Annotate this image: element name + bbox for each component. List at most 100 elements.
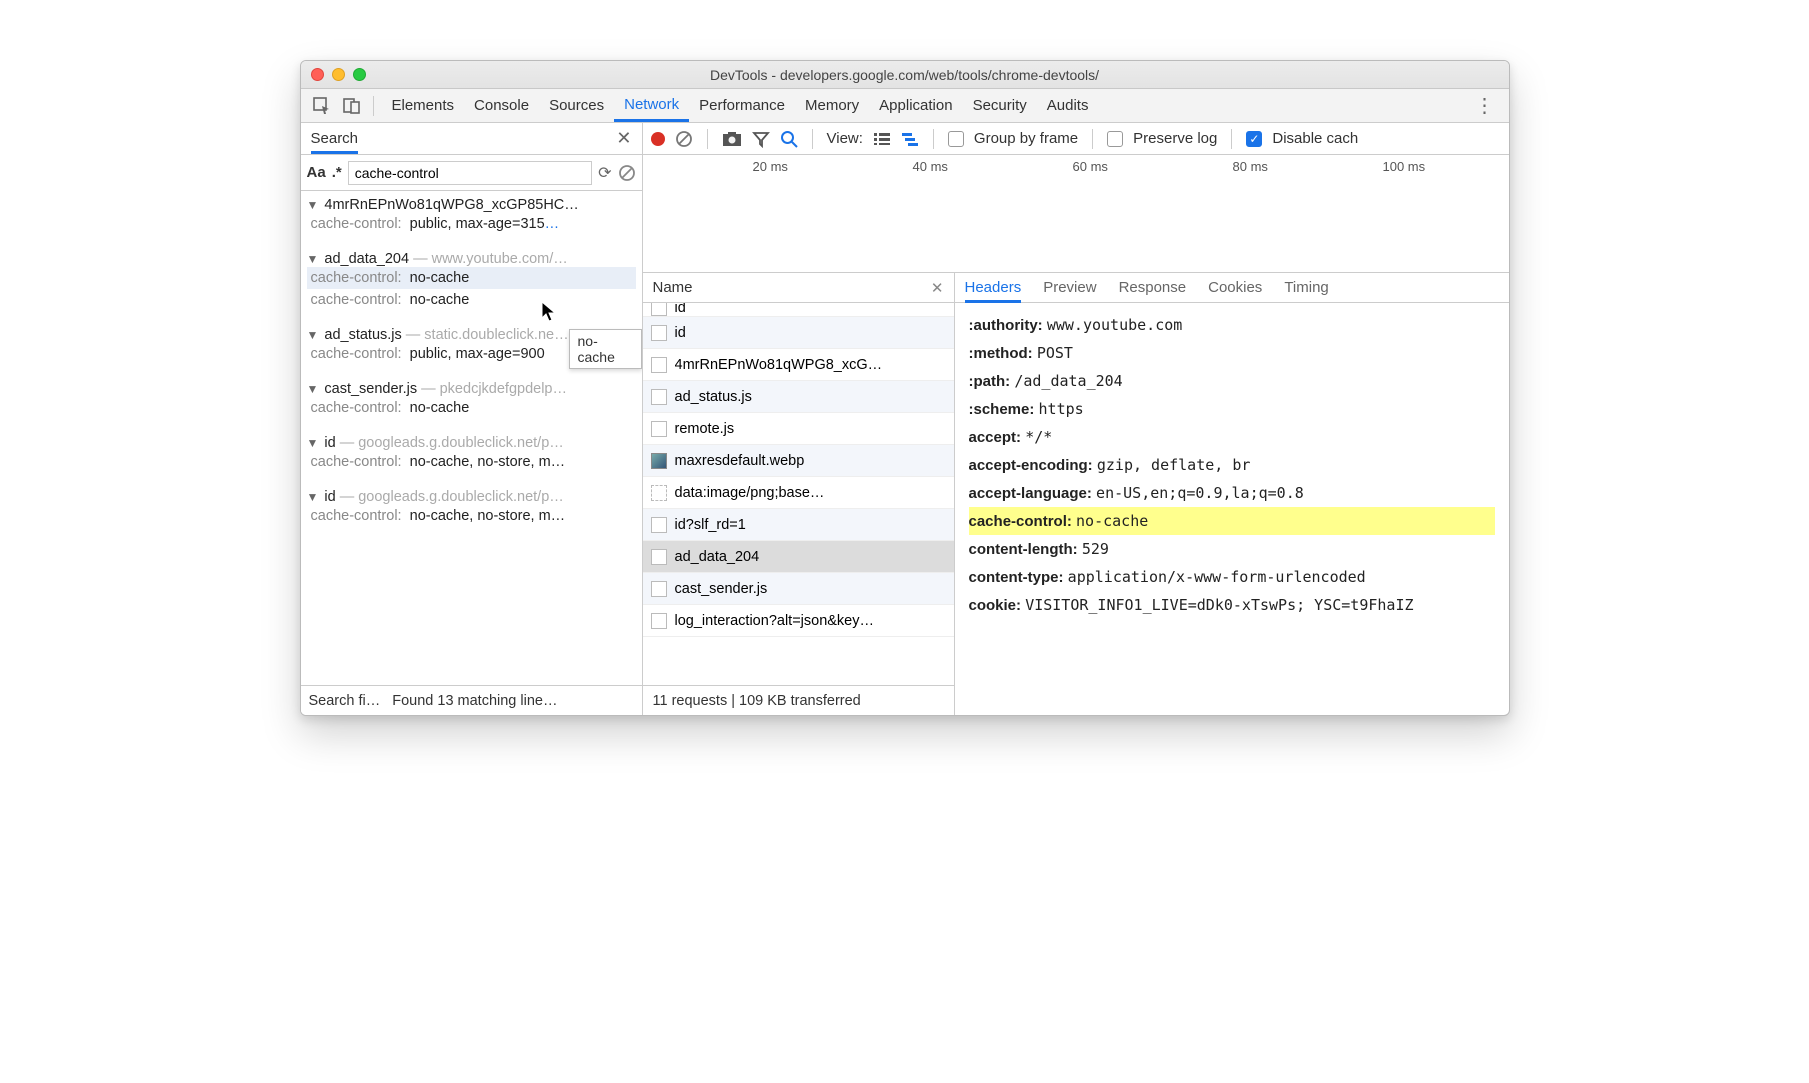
search-footer-right: Found 13 matching line… — [392, 693, 557, 709]
file-icon — [651, 325, 667, 341]
tooltip: no-cache — [569, 329, 642, 369]
detail-tab-response[interactable]: Response — [1119, 279, 1187, 296]
search-icon[interactable] — [780, 130, 798, 148]
search-result-group[interactable]: ▼ cast_sender.js — pkedcjkdefgpdelp…cach… — [301, 375, 642, 429]
file-icon — [651, 581, 667, 597]
request-row[interactable]: 4mrRnEPnWo81qWPG8_xcG… — [643, 349, 954, 381]
clear-icon[interactable] — [618, 164, 636, 182]
search-result-title[interactable]: ▼ cast_sender.js — pkedcjkdefgpdelp… — [307, 381, 636, 397]
record-button[interactable] — [651, 132, 665, 146]
tab-elements[interactable]: Elements — [382, 89, 465, 122]
tab-memory[interactable]: Memory — [795, 89, 869, 122]
request-row[interactable]: maxresdefault.webp — [643, 445, 954, 477]
timeline-tick-label: 60 ms — [1073, 159, 1108, 174]
request-row[interactable]: id — [643, 303, 954, 317]
tab-application[interactable]: Application — [869, 89, 962, 122]
request-row[interactable]: cast_sender.js — [643, 573, 954, 605]
header-row[interactable]: :method: POST — [969, 339, 1495, 367]
detail-tab-preview[interactable]: Preview — [1043, 279, 1096, 296]
request-row[interactable]: remote.js — [643, 413, 954, 445]
search-controls-row: Aa .* ⟳ — [301, 155, 642, 191]
tab-performance[interactable]: Performance — [689, 89, 795, 122]
request-rows: id id 4mrRnEPnWo81qWPG8_xcG… ad_status.jsre… — [643, 303, 954, 685]
header-row[interactable]: cache-control: no-cache — [969, 507, 1495, 535]
detail-tab-cookies[interactable]: Cookies — [1208, 279, 1262, 296]
header-row[interactable]: accept: */* — [969, 423, 1495, 451]
request-row[interactable]: log_interaction?alt=json&key… — [643, 605, 954, 637]
search-result-group[interactable]: ▼ id — googleads.g.doubleclick.net/p…cac… — [301, 429, 642, 483]
request-name: id — [675, 325, 686, 341]
request-row[interactable]: ad_data_204 — [643, 541, 954, 573]
network-timeline[interactable]: 20 ms40 ms60 ms80 ms100 ms — [643, 155, 1509, 273]
group-by-frame-label: Group by frame — [974, 130, 1078, 147]
timeline-tick-label: 80 ms — [1233, 159, 1268, 174]
main-area: Search ✕ Aa .* ⟳ no-cache ▼ 4mrRnEPnWo81… — [301, 123, 1509, 715]
search-result-title[interactable]: ▼ id — googleads.g.doubleclick.net/p… — [307, 435, 636, 451]
header-row[interactable]: accept-encoding: gzip, deflate, br — [969, 451, 1495, 479]
detail-tab-timing[interactable]: Timing — [1284, 279, 1328, 296]
close-details-icon[interactable]: ✕ — [931, 279, 944, 297]
search-result-group[interactable]: ▼ 4mrRnEPnWo81qWPG8_xcGP85HC… cache-cont… — [301, 191, 642, 245]
search-result-title[interactable]: ▼ id — googleads.g.doubleclick.net/p… — [307, 489, 636, 505]
headers-body: :authority: www.youtube.com:method: POST… — [955, 303, 1509, 715]
header-row[interactable]: content-length: 529 — [969, 535, 1495, 563]
request-row[interactable]: ad_status.js — [643, 381, 954, 413]
view-label: View: — [827, 130, 863, 147]
header-row[interactable]: accept-language: en-US,en;q=0.9,la;q=0.8 — [969, 479, 1495, 507]
search-result-title[interactable]: ▼ 4mrRnEPnWo81qWPG8_xcGP85HC… — [307, 197, 636, 213]
search-footer-left: Search fi… — [309, 693, 381, 709]
disable-cache-checkbox[interactable]: ✓ — [1246, 131, 1262, 147]
large-rows-icon[interactable] — [873, 132, 891, 146]
header-row[interactable]: :scheme: https — [969, 395, 1495, 423]
tab-network[interactable]: Network — [614, 89, 689, 122]
device-toolbar-icon[interactable] — [339, 93, 365, 119]
tab-sources[interactable]: Sources — [539, 89, 614, 122]
search-result-line[interactable]: cache-control: no-cache, no-store, m… — [307, 505, 636, 527]
request-row[interactable]: id?slf_rd=1 — [643, 509, 954, 541]
waterfall-icon[interactable] — [901, 132, 919, 146]
match-case-toggle[interactable]: Aa — [307, 164, 326, 181]
divider — [1231, 129, 1232, 149]
network-toolbar: View: Group by frame Preserve log ✓ Disa… — [643, 123, 1509, 155]
header-row[interactable]: :path: /ad_data_204 — [969, 367, 1495, 395]
header-row[interactable]: :authority: www.youtube.com — [969, 311, 1495, 339]
search-result-line[interactable]: cache-control: no-cache — [307, 267, 636, 289]
search-result-title[interactable]: ▼ ad_data_204 — www.youtube.com/… — [307, 251, 636, 267]
devtools-window: DevTools - developers.google.com/web/too… — [300, 60, 1510, 716]
preserve-log-checkbox[interactable] — [1107, 131, 1123, 147]
request-name: ad_data_204 — [675, 549, 760, 565]
filter-icon[interactable] — [752, 130, 770, 148]
search-drawer-header: Search ✕ — [301, 123, 642, 155]
file-icon — [651, 389, 667, 405]
timeline-tick-label: 40 ms — [913, 159, 948, 174]
detail-tab-headers[interactable]: Headers — [965, 279, 1022, 303]
file-icon — [651, 421, 667, 437]
more-options-icon[interactable]: ⋮ — [1469, 93, 1501, 118]
inspect-element-icon[interactable] — [309, 93, 335, 119]
group-by-frame-checkbox[interactable] — [948, 131, 964, 147]
search-result-group[interactable]: ▼ ad_data_204 — www.youtube.com/…cache-c… — [301, 245, 642, 321]
request-row[interactable]: data:image/png;base… — [643, 477, 954, 509]
tab-security[interactable]: Security — [963, 89, 1037, 122]
header-row[interactable]: content-type: application/x-www-form-url… — [969, 563, 1495, 591]
tab-audits[interactable]: Audits — [1037, 89, 1099, 122]
name-column-header[interactable]: Name — [653, 279, 693, 296]
search-result-line[interactable]: cache-control: public, max-age=315… — [307, 213, 636, 235]
search-result-line[interactable]: cache-control: no-cache — [307, 289, 636, 311]
refresh-icon[interactable]: ⟳ — [598, 163, 611, 183]
search-result-group[interactable]: ▼ id — googleads.g.doubleclick.net/p…cac… — [301, 483, 642, 537]
clear-icon[interactable] — [675, 130, 693, 148]
network-lower-split: Name ✕ id id 4mrRnEPnWo81qWPG8_xcG… ad_stat… — [643, 273, 1509, 715]
regex-toggle[interactable]: .* — [332, 164, 342, 181]
tab-console[interactable]: Console — [464, 89, 539, 122]
search-input[interactable] — [348, 161, 592, 185]
request-row[interactable]: id — [643, 317, 954, 349]
search-result-line[interactable]: cache-control: no-cache, no-store, m… — [307, 451, 636, 473]
search-result-line[interactable]: cache-control: no-cache — [307, 397, 636, 419]
file-icon — [651, 549, 667, 565]
header-row[interactable]: cookie: VISITOR_INFO1_LIVE=dDk0-xTswPs; … — [969, 591, 1495, 619]
close-icon[interactable]: ✕ — [616, 128, 631, 149]
request-name: 4mrRnEPnWo81qWPG8_xcG… — [675, 357, 883, 373]
capture-screenshots-icon[interactable] — [722, 131, 742, 147]
window-title: DevTools - developers.google.com/web/too… — [301, 67, 1509, 83]
